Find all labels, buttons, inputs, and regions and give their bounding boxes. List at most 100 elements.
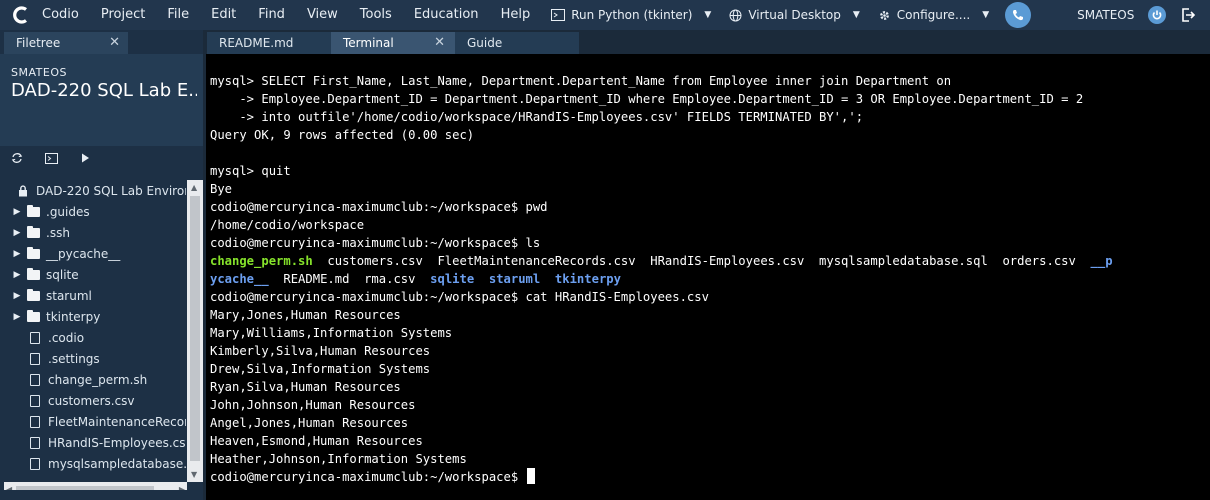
chevron-right-icon[interactable]: ▶ <box>12 249 22 259</box>
terminal-listing-entry: staruml <box>488 272 541 286</box>
chevron-down-icon[interactable]: ▼ <box>704 10 711 20</box>
folder-icon <box>26 288 40 302</box>
gear-icon <box>879 10 889 20</box>
filetree-folder[interactable]: ▶ sqlite <box>0 264 186 285</box>
tab-guide[interactable]: Guide <box>455 32 579 54</box>
filetree-file[interactable]: FleetMaintenanceRecords <box>0 411 186 432</box>
terminal-listing-entry: sqlite <box>430 272 475 286</box>
folder-icon <box>26 225 40 239</box>
tab-readme[interactable]: README.md <box>207 32 331 54</box>
terminal-text: codio@mercuryinca-maximumclub:~/workspac… <box>210 470 526 484</box>
filetree-file[interactable]: mysqlsampledatabase.sq <box>0 453 186 474</box>
chevron-right-icon[interactable]: ▶ <box>12 312 22 322</box>
terminal-text: -> into outfile'/home/codio/workspace/HR… <box>210 110 864 124</box>
filetree-item-label: .codio <box>48 330 85 345</box>
chevron-right-icon[interactable]: ▶ <box>12 228 22 238</box>
menu-codio[interactable]: Codio <box>42 0 90 30</box>
filetree-vertical-scrollbar[interactable]: ▲ ▼ <box>187 180 203 482</box>
chevron-down-icon[interactable]: ▼ <box>853 10 860 20</box>
chevron-right-icon[interactable]: ▶ <box>12 270 22 280</box>
filetree-folder[interactable]: ▶ tkinterpy <box>0 306 186 327</box>
menubar: Codio Project File Edit Find View Tools … <box>0 0 1210 30</box>
virtual-desktop-label: Virtual Desktop <box>748 8 841 22</box>
tab-terminal[interactable]: Terminal ✕ <box>331 32 455 54</box>
username-label[interactable]: SMATEOS <box>1077 8 1134 22</box>
file-icon <box>28 352 42 365</box>
horizontal-scroll-thumb[interactable] <box>16 486 154 490</box>
file-icon <box>28 415 42 428</box>
terminal-line: codio@mercuryinca-maximumclub:~/workspac… <box>210 234 1210 252</box>
terminal-line: change_perm.sh customers.csv FleetMainte… <box>210 252 1210 270</box>
tab-filetree[interactable]: Filetree ✕ <box>4 32 128 54</box>
scroll-down-icon[interactable]: ▼ <box>191 470 197 479</box>
filetree-file[interactable]: .codio <box>0 327 186 348</box>
filetree-folder[interactable]: ▶ .ssh <box>0 222 186 243</box>
terminal-listing-entry: ycache__ <box>210 272 269 286</box>
filetree-file[interactable]: change_perm.sh <box>0 369 186 390</box>
menu-tools[interactable]: Tools <box>349 0 403 30</box>
scroll-right-icon[interactable]: ▶ <box>179 485 185 490</box>
chevron-down-icon[interactable]: ▼ <box>982 10 989 20</box>
chevron-right-icon[interactable]: ▶ <box>12 207 22 217</box>
terminal-line: Drew,Silva,Information Systems <box>210 360 1210 378</box>
terminal-text: Mary,Williams,Information Systems <box>210 326 453 340</box>
run-python-label: Run Python (tkinter) <box>571 8 693 22</box>
configure-button[interactable]: Configure.... ▼ <box>872 8 1001 22</box>
filetree-list: DAD-220 SQL Lab Environm ▶ .guides ▶ .ssh ▶ __… <box>0 180 186 482</box>
phone-icon[interactable] <box>1005 2 1032 28</box>
project-title[interactable]: DAD-220 SQL Lab E... <box>11 80 197 101</box>
menu-file[interactable]: File <box>156 0 200 30</box>
scroll-up-icon[interactable]: ▲ <box>191 183 197 192</box>
filetree-folder[interactable]: ▶ staruml <box>0 285 186 306</box>
filetree-file[interactable]: customers.csv <box>0 390 186 411</box>
terminal-pane[interactable]: mysql> SELECT First_Name, Last_Name, Dep… <box>203 54 1210 500</box>
filetree-item-label: FleetMaintenanceRecords <box>48 414 186 429</box>
menu-help[interactable]: Help <box>490 0 542 30</box>
terminal-line: Mary,Williams,Information Systems <box>210 324 1210 342</box>
terminal-text: codio@mercuryinca-maximumclub:~/workspac… <box>210 290 709 304</box>
file-icon <box>28 436 42 449</box>
virtual-desktop-button[interactable]: Virtual Desktop ▼ <box>723 8 871 22</box>
terminal-icon[interactable] <box>34 152 68 164</box>
scroll-left-icon[interactable]: ◀ <box>6 485 12 490</box>
terminal-text: -> Employee.Department_ID = Department.D… <box>210 92 1084 106</box>
menu-view[interactable]: View <box>296 0 349 30</box>
refresh-icon[interactable] <box>0 152 34 164</box>
terminal-line: Ryan,Silva,Human Resources <box>210 378 1210 396</box>
tab-guide-label: Guide <box>467 36 503 50</box>
power-icon[interactable] <box>1148 6 1167 24</box>
filetree-file[interactable]: .settings <box>0 348 186 369</box>
codio-logo-icon[interactable] <box>0 0 42 30</box>
menu-project[interactable]: Project <box>90 0 156 30</box>
terminal-line: Query OK, 9 rows affected (0.00 sec) <box>210 126 1210 144</box>
filetree-folder[interactable]: ▶ __pycache__ <box>0 243 186 264</box>
terminal-text: John,Johnson,Human Resources <box>210 398 416 412</box>
terminal-text: Bye <box>210 182 233 196</box>
editor-tabbar: README.md Terminal ✕ Guide <box>203 30 1210 54</box>
play-icon[interactable] <box>68 153 102 163</box>
lock-icon <box>16 184 30 197</box>
filetree-item-label: change_perm.sh <box>48 372 148 387</box>
terminal-line: ycache__ README.md rma.csv sqlite starum… <box>210 270 1210 288</box>
close-icon[interactable]: ✕ <box>434 32 445 54</box>
project-owner: SMATEOS <box>11 66 67 79</box>
logout-icon[interactable] <box>1180 7 1196 23</box>
vertical-scroll-thumb[interactable] <box>190 196 200 461</box>
menu-education[interactable]: Education <box>403 0 490 30</box>
menu-edit[interactable]: Edit <box>200 0 247 30</box>
menu-find[interactable]: Find <box>247 0 296 30</box>
terminal-line: Heather,Johnson,Information Systems <box>210 450 1210 468</box>
close-icon[interactable]: ✕ <box>109 32 120 54</box>
run-icon <box>551 9 566 21</box>
filetree-horizontal-scrollbar[interactable]: ◀ ▶ <box>4 482 187 490</box>
chevron-right-icon[interactable]: ▶ <box>12 291 22 301</box>
filetree-item-label: sqlite <box>46 267 79 282</box>
filetree-root[interactable]: DAD-220 SQL Lab Environm <box>0 180 186 201</box>
filetree-item-label: customers.csv <box>48 393 135 408</box>
folder-icon <box>26 204 40 218</box>
filetree-folder[interactable]: ▶ .guides <box>0 201 186 222</box>
filetree-file[interactable]: HRandIS-Employees.csv <box>0 432 186 453</box>
run-python-button[interactable]: Run Python (tkinter) ▼ <box>545 8 723 22</box>
